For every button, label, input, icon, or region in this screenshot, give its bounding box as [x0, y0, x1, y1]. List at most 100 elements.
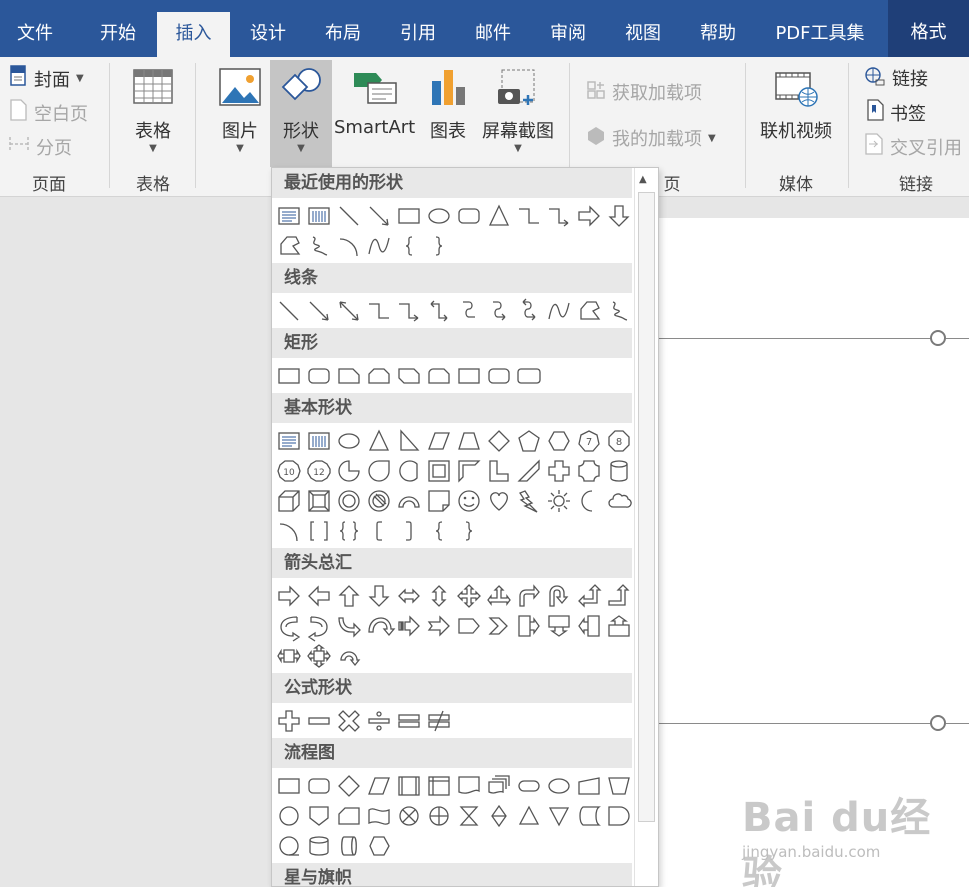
roundrect2-shape-icon[interactable] [514, 361, 544, 391]
trapezoid-shape-icon[interactable] [454, 426, 484, 456]
arrow-shape-icon[interactable] [364, 201, 394, 231]
cloud-shape-icon[interactable] [604, 486, 634, 516]
ellipse-shape-icon[interactable] [334, 426, 364, 456]
curvearrow-shape-icon[interactable] [484, 296, 514, 326]
rbracket-shape-icon[interactable] [394, 516, 424, 546]
screenshot-button[interactable]: 屏幕截图 ▼ [478, 67, 558, 154]
multidoc-shape-icon[interactable] [484, 771, 514, 801]
manualop-shape-icon[interactable] [604, 771, 634, 801]
lbracket-shape-icon[interactable] [364, 516, 394, 546]
lshape-shape-icon[interactable] [484, 456, 514, 486]
tab-file[interactable]: 文件 [0, 12, 70, 57]
pentagon-shape-icon[interactable] [514, 426, 544, 456]
connector-shape-icon[interactable] [274, 801, 304, 831]
minus-shape-icon[interactable] [304, 706, 334, 736]
page-break-button[interactable]: 分页 [8, 133, 72, 160]
shapes-button[interactable]: 形状 ▼ [270, 60, 332, 167]
roundrect-shape-icon[interactable] [484, 361, 514, 391]
drawn-line[interactable] [659, 723, 931, 724]
halfframe-shape-icon[interactable] [454, 456, 484, 486]
blank-page-button[interactable]: 空白页 [10, 99, 88, 126]
scribble-shape-icon[interactable] [604, 296, 634, 326]
diamond-shape-icon[interactable] [484, 426, 514, 456]
table-button[interactable]: 表格 ▼ [124, 67, 182, 154]
sumjunction-shape-icon[interactable] [394, 801, 424, 831]
parallelogram-shape-icon[interactable] [364, 771, 394, 801]
or-shape-icon[interactable] [424, 801, 454, 831]
diamond-shape-icon[interactable] [334, 771, 364, 801]
textbox-shape-icon[interactable] [274, 426, 304, 456]
scroll-up-icon[interactable]: ▲ [639, 174, 647, 185]
lrcallout-shape-icon[interactable] [274, 641, 304, 671]
elbow-shape-icon[interactable] [364, 296, 394, 326]
udarrow-shape-icon[interactable] [424, 581, 454, 611]
parallelogram-shape-icon[interactable] [424, 426, 454, 456]
quadcallout-shape-icon[interactable] [304, 641, 334, 671]
storeddata-shape-icon[interactable] [574, 801, 604, 831]
roundrect-shape-icon[interactable] [304, 771, 334, 801]
rect-shape-icon[interactable] [454, 361, 484, 391]
heart-shape-icon[interactable] [484, 486, 514, 516]
tab-help[interactable]: 帮助 [682, 12, 754, 57]
can-shape-icon[interactable] [604, 456, 634, 486]
pie-shape-icon[interactable] [334, 456, 364, 486]
decagon-shape-icon[interactable]: 10 [274, 456, 304, 486]
snip2-shape-icon[interactable] [364, 361, 394, 391]
leftuparrow-shape-icon[interactable] [574, 581, 604, 611]
dodecagon-shape-icon[interactable]: 12 [304, 456, 334, 486]
smartart-button[interactable]: SmartArt [334, 67, 415, 138]
terminator-shape-icon[interactable] [514, 771, 544, 801]
foldedcorner-shape-icon[interactable] [424, 486, 454, 516]
ellipse-shape-icon[interactable] [424, 201, 454, 231]
bentuparrow-shape-icon[interactable] [604, 581, 634, 611]
seqaccess-shape-icon[interactable] [274, 831, 304, 861]
curvedright-shape-icon[interactable] [274, 611, 304, 642]
tab-design[interactable]: 设计 [232, 12, 304, 57]
sort-shape-icon[interactable] [484, 801, 514, 831]
curve-shape-icon[interactable] [364, 231, 394, 261]
scroll-thumb[interactable] [638, 192, 655, 822]
curveddown-shape-icon[interactable] [364, 611, 396, 641]
circulararrow-shape-icon[interactable] [334, 641, 364, 671]
magdisk-shape-icon[interactable] [304, 831, 334, 861]
elbowarrow-shape-icon[interactable] [544, 201, 574, 231]
rightarrow-shape-icon[interactable] [574, 201, 604, 231]
tab-home[interactable]: 开始 [82, 12, 154, 57]
internal-shape-icon[interactable] [424, 771, 454, 801]
drawn-line[interactable] [946, 723, 969, 724]
bevel-shape-icon[interactable] [304, 486, 334, 516]
vtextbox-shape-icon[interactable] [304, 201, 334, 231]
snip1-shape-icon[interactable] [334, 361, 364, 391]
upcallout-shape-icon[interactable] [604, 611, 634, 641]
cross-reference-button[interactable]: 交叉引用 [864, 133, 962, 160]
card-shape-icon[interactable] [334, 801, 364, 831]
line-end-handle[interactable] [930, 330, 946, 346]
freeform-shape-icon[interactable] [274, 231, 304, 261]
leftarrow-shape-icon[interactable] [304, 581, 334, 611]
extract-shape-icon[interactable] [514, 801, 544, 831]
downarrow-shape-icon[interactable] [364, 581, 394, 611]
sun-shape-icon[interactable] [544, 486, 574, 516]
predefined-shape-icon[interactable] [394, 771, 424, 801]
arc-shape-icon[interactable] [334, 231, 364, 261]
elbowarrow-shape-icon[interactable] [394, 296, 424, 326]
braces-shape-icon[interactable] [334, 516, 364, 546]
vtextbox-shape-icon[interactable] [304, 426, 334, 456]
my-addins-button[interactable]: 我的加载项 ▼ [586, 125, 716, 151]
quadarrow-shape-icon[interactable] [454, 581, 484, 611]
rbrace-shape-icon[interactable] [454, 516, 484, 546]
textbox-shape-icon[interactable] [274, 201, 304, 231]
smiley-shape-icon[interactable] [454, 486, 484, 516]
lbrace-shape-icon[interactable] [394, 231, 424, 261]
lruparrow-shape-icon[interactable] [484, 581, 514, 611]
chart-button[interactable]: 图表 [424, 67, 472, 143]
roundrect-shape-icon[interactable] [304, 361, 334, 391]
arrow-shape-icon[interactable] [304, 296, 334, 326]
lbrace-shape-icon[interactable] [424, 516, 454, 546]
lightning-shape-icon[interactable] [514, 486, 544, 516]
freeform-shape-icon[interactable] [574, 296, 604, 326]
notequal-shape-icon[interactable] [424, 706, 454, 736]
rect-shape-icon[interactable] [394, 201, 424, 231]
dblarrow-shape-icon[interactable] [334, 296, 364, 326]
sniprnd-shape-icon[interactable] [424, 361, 454, 391]
